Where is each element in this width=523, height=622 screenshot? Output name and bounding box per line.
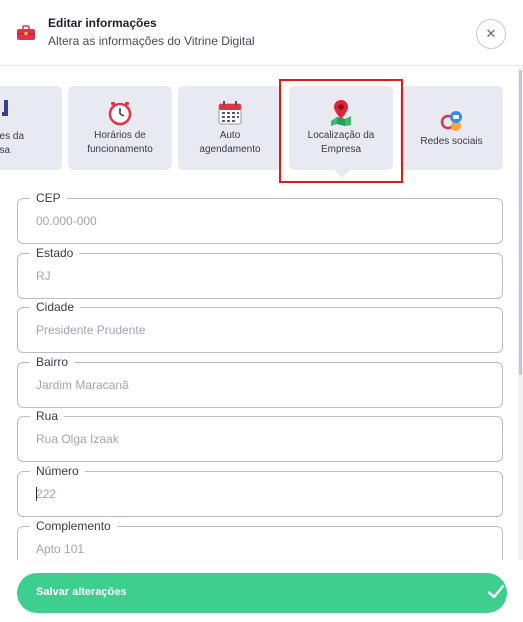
modal-subtitle: Altera as informações do Vitrine Digital: [48, 34, 255, 48]
complemento-field[interactable]: Complemento: [17, 519, 503, 560]
cep-field[interactable]: CEP: [17, 191, 503, 244]
tab-label: Horários de funcionamento: [87, 130, 153, 155]
scrollbar-thumb[interactable]: [519, 70, 522, 375]
tab-label: Localização da Empresa: [307, 130, 375, 155]
numero-label: Número: [30, 464, 85, 478]
rua-field[interactable]: Rua: [17, 409, 503, 462]
clock-icon: [108, 102, 132, 126]
tab-company-location[interactable]: Localização da Empresa: [289, 86, 393, 170]
estado-label: Estado: [30, 246, 80, 260]
bairro-input[interactable]: [36, 378, 486, 392]
selected-tab-pointer: [334, 170, 350, 178]
numero-field[interactable]: Número: [17, 464, 503, 517]
complemento-label: Complemento: [30, 519, 117, 533]
text-caret: [36, 487, 37, 501]
modal-header: Editar informações Altera as informações…: [0, 0, 523, 66]
briefcase-icon: [17, 25, 35, 40]
save-changes-button[interactable]: Salvar alterações: [17, 573, 507, 613]
rua-label: Rua: [30, 409, 65, 423]
tab-label: Auto agendamento: [199, 130, 261, 155]
numero-input[interactable]: [36, 487, 486, 501]
tab-label: Redes sociais: [420, 136, 483, 147]
cidade-label: Cidade: [30, 300, 81, 314]
complemento-input[interactable]: [36, 542, 486, 556]
tab-social-networks[interactable]: Redes sociais: [400, 86, 503, 170]
save-button-label: Salvar alterações: [36, 586, 127, 598]
partial-icon: [2, 100, 8, 116]
bairro-field[interactable]: Bairro: [17, 355, 503, 408]
cidade-input[interactable]: [36, 323, 486, 337]
bairro-label: Bairro: [30, 355, 75, 369]
modal-body[interactable]: ões daesa Horários defuncionamento: [0, 67, 523, 560]
close-icon: ✕: [485, 26, 497, 41]
cidade-field[interactable]: Cidade: [17, 300, 503, 353]
social-networks-icon: [440, 111, 462, 131]
close-button[interactable]: ✕: [476, 19, 506, 49]
modal-footer: Salvar alterações: [0, 560, 523, 622]
rua-input[interactable]: [36, 432, 486, 446]
cep-input[interactable]: [36, 214, 486, 228]
cep-label: CEP: [30, 191, 67, 205]
tab-opening-hours[interactable]: Horários de funcionamento: [68, 86, 172, 170]
modal-title: Editar informações: [48, 16, 157, 30]
check-icon: [487, 584, 505, 599]
estado-input[interactable]: [36, 269, 486, 283]
estado-field[interactable]: Estado: [17, 246, 503, 299]
tab-auto-scheduling[interactable]: Auto agendamento: [178, 86, 282, 170]
tab-label: ões daesa: [0, 131, 25, 156]
tab-company-info[interactable]: ões daesa: [0, 86, 62, 170]
location-pin-icon: [331, 100, 351, 126]
calendar-icon: [218, 101, 242, 125]
